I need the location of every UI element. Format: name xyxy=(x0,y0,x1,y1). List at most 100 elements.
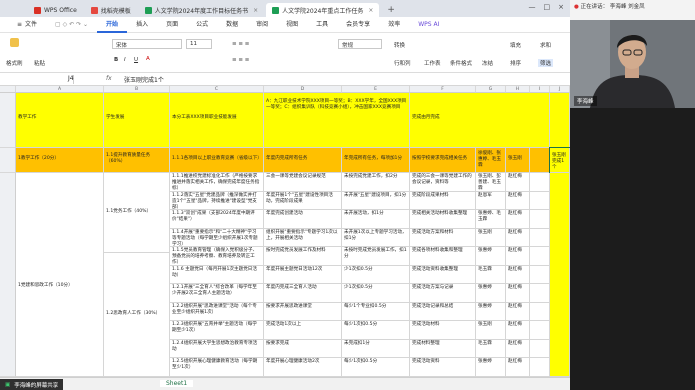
section-ideology-cell[interactable]: 1.2思政育人工作（30%） xyxy=(104,253,170,377)
table-cell[interactable]: 赵红梅 xyxy=(506,173,530,192)
table-cell[interactable]: 完成材料整理 xyxy=(410,339,476,359)
tab-target-doc[interactable]: 人文学院2024年度工作目标任务书 × xyxy=(139,3,264,17)
table-cell[interactable]: 赵红梅 xyxy=(506,210,530,229)
highlight-cell-a[interactable]: 1教学工作（20分） xyxy=(16,148,104,173)
table-cell[interactable]: 张惠婷 xyxy=(476,302,506,322)
table-cell[interactable]: 1.1.1推进校党建标准化工作（严格按要求推进并落实相关工作，确保完成年度任务指… xyxy=(170,173,264,192)
table-cell[interactable]: 赵红梅 xyxy=(506,265,530,285)
column-header-c[interactable]: C xyxy=(170,86,264,93)
table-cell[interactable]: 年度完成创建活动 xyxy=(264,210,342,229)
table-cell[interactable]: 完成阶段成果材料 xyxy=(410,191,476,211)
table-cell[interactable]: 组织开展"重要指示"专题学习1次以上，开展相关活动 xyxy=(264,228,342,248)
table-cell[interactable]: 张玉刚、彭善建、毛玉霖 xyxy=(476,173,506,192)
table-cell[interactable]: 完成活动方案和材料 xyxy=(410,228,476,248)
highlight-cell-b[interactable]: 1.1提升教育质量任务（60%） xyxy=(104,148,170,173)
sort-button[interactable]: 排序 xyxy=(510,59,521,67)
table-cell[interactable]: 未完成扣1分 xyxy=(342,339,410,359)
align-left-icon[interactable]: ≡ ≡ ≡ xyxy=(232,57,249,63)
table-cell[interactable]: 1.1.2落实"五星"党建品牌（推深做实并打造1个"五星"品牌，持续推进"建设型… xyxy=(170,191,264,211)
participant-video[interactable]: 李海峰 xyxy=(570,20,695,108)
table-cell[interactable]: 完成相关活动材料收集整理 xyxy=(410,210,476,229)
table-cell[interactable]: 1.2.5组织开展心理健康教育活动（每学期至少1次） xyxy=(170,358,264,377)
table-cell[interactable]: 未按完成党建工作，扣2分 xyxy=(342,173,410,192)
column-j-cells[interactable] xyxy=(550,173,570,377)
menu-review[interactable]: 审阅 xyxy=(247,17,277,33)
tab-template[interactable]: 找稻壳模板 xyxy=(85,3,137,17)
table-cell[interactable]: 每少1次扣0.5分 xyxy=(342,321,410,340)
corner-select-all[interactable] xyxy=(0,86,16,93)
table-cell[interactable] xyxy=(530,210,550,229)
highlight-cell-e[interactable]: 年完成所有任务，每项加1分 xyxy=(342,148,410,173)
menu-data[interactable]: 数据 xyxy=(217,17,247,33)
highlight-cell-f[interactable]: 按照学校要求完成相关任务 xyxy=(410,148,476,173)
column-header-d[interactable]: D xyxy=(264,86,342,93)
underline-button[interactable]: U xyxy=(134,57,138,63)
column-header-e[interactable]: E xyxy=(342,86,410,93)
table-cell[interactable] xyxy=(530,173,550,192)
menu-view[interactable]: 视图 xyxy=(277,17,307,33)
header-cell-a[interactable]: 教学工作 xyxy=(16,93,104,148)
file-menu[interactable]: ≡ 文件 xyxy=(8,17,46,33)
header-cell-b[interactable]: 学生发展 xyxy=(104,93,170,148)
table-cell[interactable]: 未开展"五星"建设项目，扣1分 xyxy=(342,191,410,211)
menu-member[interactable]: 会员专享 xyxy=(337,17,379,33)
table-cell[interactable]: 张惠婷 xyxy=(476,247,506,266)
table-cell[interactable] xyxy=(530,321,550,340)
row-col-button[interactable]: 行和列 xyxy=(394,59,411,67)
number-format-select[interactable]: 常规 xyxy=(338,39,382,49)
table-cell[interactable]: 1.2.1开展"三全育人"综合改革（每学年至少开展2次三全育人主题活动） xyxy=(170,284,264,303)
menu-insert[interactable]: 插入 xyxy=(127,17,157,33)
screen-share-indicator[interactable]: ▣ 李海峰的屏幕共享 xyxy=(0,379,64,390)
table-cell[interactable]: 少1次扣0.5分 xyxy=(342,265,410,285)
close-window-icon[interactable]: × xyxy=(558,3,564,11)
table-cell[interactable]: 张玉刚 xyxy=(476,228,506,248)
row-header[interactable] xyxy=(0,148,16,173)
highlight-cell-d[interactable]: 年度内完成所有任务 xyxy=(264,148,342,173)
close-tab-icon[interactable]: × xyxy=(253,7,258,14)
table-cell[interactable]: 赵红梅 xyxy=(506,247,530,266)
format-painter-button[interactable]: 格式刷 xyxy=(6,59,23,67)
table-cell[interactable] xyxy=(530,265,550,285)
column-header-h[interactable]: H xyxy=(506,86,530,93)
header-cell-j[interactable] xyxy=(550,93,570,148)
table-cell[interactable]: 张惠婷 xyxy=(476,284,506,303)
font-color-icon[interactable]: A xyxy=(146,56,150,62)
table-cell[interactable]: 赵红梅 xyxy=(506,321,530,340)
table-cell[interactable]: 按要求完成 xyxy=(264,339,342,359)
convert-button[interactable]: 转换 xyxy=(394,41,405,49)
table-cell[interactable]: 毛玉霖 xyxy=(476,339,506,359)
table-cell[interactable]: 少1次扣0.5分 xyxy=(342,284,410,303)
bold-button[interactable]: B xyxy=(114,57,118,63)
table-cell[interactable]: 年度开展心理健康活动2次 xyxy=(264,358,342,377)
row-header[interactable] xyxy=(0,93,16,148)
table-cell[interactable]: 1.2.3组织开展"五育并举"主题活动（每学期至少1次） xyxy=(170,321,264,340)
table-cell[interactable]: 未按时完成党员发展工作，扣1分 xyxy=(342,247,410,266)
table-cell[interactable]: 完成的三会一课等党建工作的会议记录，资料等 xyxy=(410,173,476,192)
table-cell[interactable]: 三会一课等党建会议记录规范 xyxy=(264,173,342,192)
filter-button[interactable]: 筛选 xyxy=(538,59,554,67)
table-cell[interactable]: 1.1.4开展"重要指示"和"二十大精神"学习等专题活动（每学期至少组织开展1次… xyxy=(170,228,264,248)
tab-wps-office[interactable]: WPS Office xyxy=(28,3,83,17)
table-cell[interactable] xyxy=(530,228,550,248)
table-cell[interactable]: 完成各项材料收集和整理 xyxy=(410,247,476,266)
table-cell[interactable] xyxy=(530,284,550,303)
table-cell[interactable]: 按时完成党员发展工作及材料 xyxy=(264,247,342,266)
highlight-cell-i[interactable] xyxy=(530,148,550,173)
new-tab-button[interactable]: + xyxy=(381,3,401,17)
table-cell[interactable]: 赵红梅 xyxy=(506,339,530,359)
section-main-cell[interactable]: 1党建和思政工作（10分） xyxy=(16,173,104,377)
fx-icon[interactable]: fx xyxy=(106,75,112,82)
header-cell-f[interactable]: 完成由月完成 xyxy=(410,93,550,148)
paste-icon[interactable] xyxy=(10,38,19,47)
header-cell-c[interactable]: 本分工表XXX项目职业技能发展 xyxy=(170,93,264,148)
table-cell[interactable]: 赵红梅 xyxy=(506,284,530,303)
table-cell[interactable] xyxy=(530,191,550,211)
table-cell[interactable]: 张玉刚 xyxy=(476,321,506,340)
fill-button[interactable]: 填充 xyxy=(510,41,521,49)
freeze-button[interactable]: 冻结 xyxy=(482,59,493,67)
table-cell[interactable]: 赵恩军 xyxy=(476,191,506,211)
table-cell[interactable]: 1.2.2组织开展"思政进课堂"活动（每个专业至少组织开展1次） xyxy=(170,302,264,322)
menu-wps-ai[interactable]: WPS AI xyxy=(409,17,448,33)
table-cell[interactable]: 毛玉霖 xyxy=(476,265,506,285)
table-cell[interactable]: 每少1次扣0.5分 xyxy=(342,358,410,377)
